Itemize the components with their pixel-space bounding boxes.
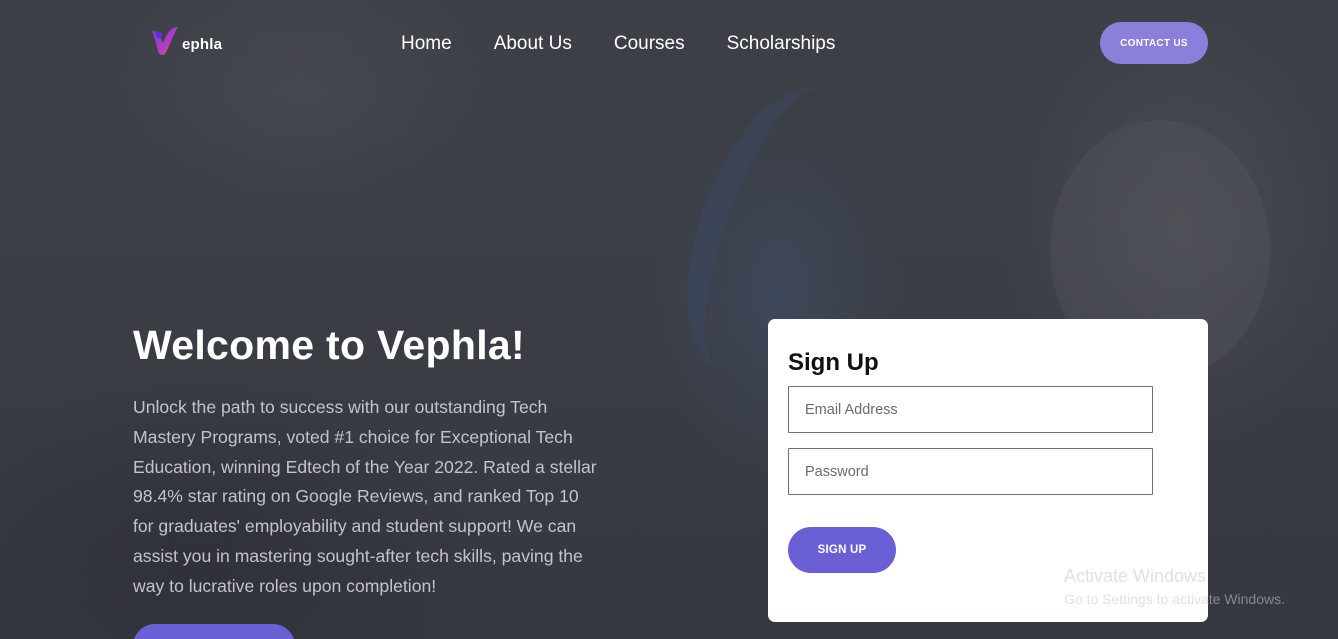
email-field[interactable] xyxy=(788,386,1153,433)
nav-link-about-us[interactable]: About Us xyxy=(494,33,572,55)
signup-title: Sign Up xyxy=(788,349,879,376)
nav-link-home[interactable]: Home xyxy=(401,33,452,55)
logo-text: ephla xyxy=(182,35,223,53)
contact-us-button[interactable]: CONTACT US xyxy=(1100,22,1208,64)
top-navigation: ephla Home About Us Courses Scholarships… xyxy=(0,0,1338,90)
main-menu: Home About Us Courses Scholarships xyxy=(401,33,835,55)
hero-cta-button[interactable] xyxy=(133,624,295,639)
vephla-logo-icon xyxy=(150,25,180,57)
password-field[interactable] xyxy=(788,448,1153,495)
watermark-title: Activate Windows xyxy=(1064,566,1207,586)
hero-description: Unlock the path to success with our outs… xyxy=(133,397,597,596)
nav-link-scholarships[interactable]: Scholarships xyxy=(727,33,836,55)
hero-title: Welcome to Vephla! xyxy=(133,322,525,368)
signup-button[interactable]: SIGN UP xyxy=(788,527,896,573)
nav-link-courses[interactable]: Courses xyxy=(614,33,685,55)
brand-logo[interactable]: ephla xyxy=(150,24,222,58)
activate-windows-watermark: Activate Windows Go to Settings to activ… xyxy=(1064,566,1285,607)
watermark-subtitle: Go to Settings to activate Windows. xyxy=(1064,591,1285,607)
